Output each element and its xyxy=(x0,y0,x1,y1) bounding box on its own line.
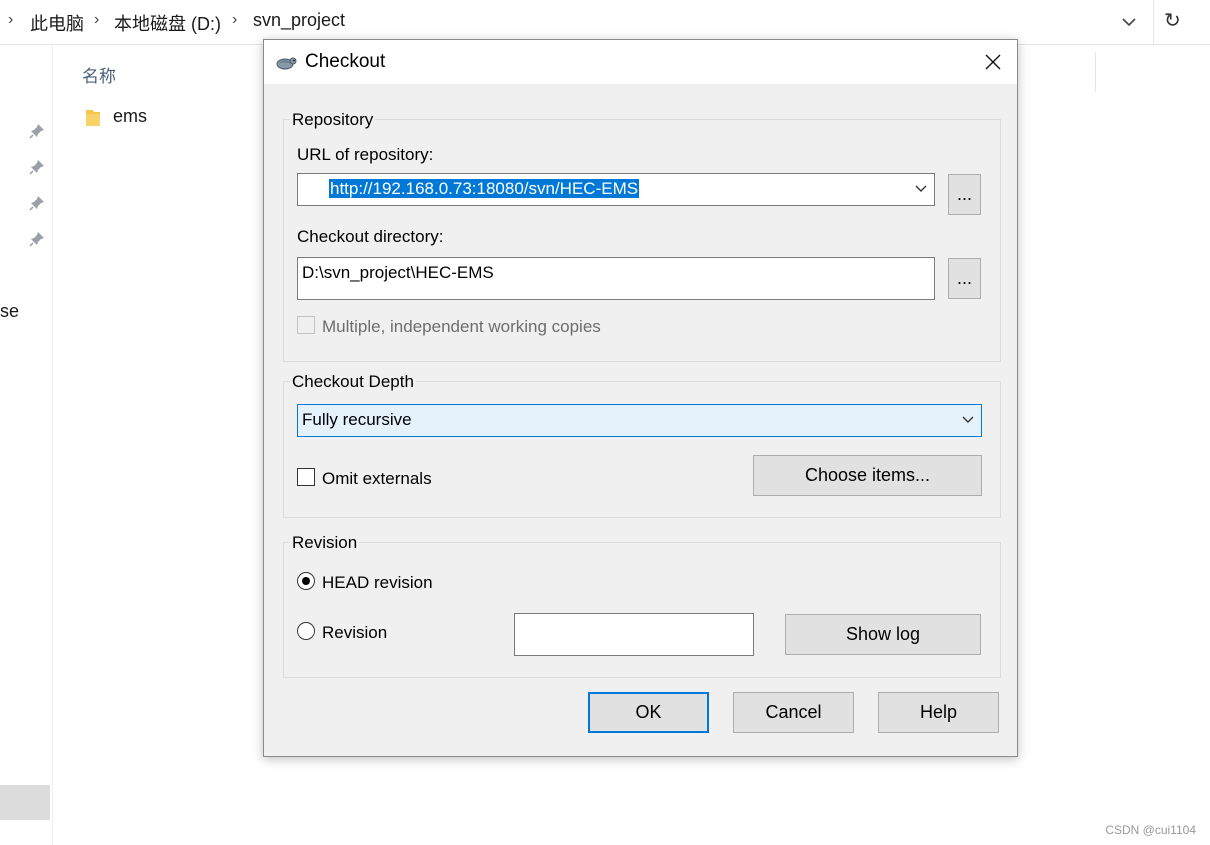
chevron-down-icon[interactable] xyxy=(1118,11,1140,33)
chevron-right-icon: › xyxy=(94,11,100,28)
breadcrumb-this-pc[interactable]: 此电脑 xyxy=(30,10,84,36)
checkout-directory-label: Checkout directory: xyxy=(297,227,444,246)
address-divider xyxy=(1153,0,1154,44)
help-button[interactable]: Help xyxy=(878,692,999,733)
url-value: http://192.168.0.73:18080/svn/HEC-EMS xyxy=(329,179,640,198)
chevron-down-icon[interactable] xyxy=(961,413,975,427)
revision-input[interactable] xyxy=(514,613,754,656)
multiple-working-copies-label: Multiple, independent working copies xyxy=(322,317,601,336)
pin-icon xyxy=(29,124,44,139)
navigation-pane: se xyxy=(0,45,53,845)
file-name: ems xyxy=(113,106,148,126)
breadcrumb-local-disk[interactable]: 本地磁盘 (D:) xyxy=(114,10,221,36)
cancel-button[interactable]: Cancel xyxy=(733,692,854,733)
pin-icon xyxy=(29,196,44,211)
pin-icon xyxy=(29,232,44,247)
checkout-depth-select[interactable]: Fully recursive xyxy=(297,404,982,437)
nav-selected-item[interactable] xyxy=(0,785,50,820)
omit-externals-label: Omit externals xyxy=(322,469,432,488)
revision-radio[interactable] xyxy=(297,622,315,640)
checkout-directory-input[interactable]: D:\svn_project\HEC-EMS xyxy=(297,257,935,300)
revision-label: Revision xyxy=(322,623,388,642)
checkout-depth-value: Fully recursive xyxy=(302,410,412,429)
refresh-icon[interactable]: ↻ xyxy=(1164,8,1181,33)
chevron-right-icon: › xyxy=(8,11,14,28)
column-header-name[interactable]: 名称 xyxy=(82,62,116,87)
revision-group-label: Revision xyxy=(290,533,360,553)
chevron-down-icon[interactable] xyxy=(914,182,928,196)
head-revision-radio[interactable] xyxy=(297,572,315,590)
folder-icon xyxy=(86,110,100,126)
dialog-titlebar[interactable]: Checkout xyxy=(264,40,1017,84)
choose-items-button[interactable]: Choose items... xyxy=(753,455,982,496)
browse-url-button[interactable]: ... xyxy=(948,174,981,215)
close-button[interactable] xyxy=(970,40,1016,84)
checkout-depth-group xyxy=(283,381,1001,518)
multiple-working-copies-checkbox[interactable] xyxy=(297,316,315,334)
column-divider xyxy=(1095,52,1096,92)
url-combobox[interactable]: http://192.168.0.73:18080/svn/HEC-EMS xyxy=(297,173,935,206)
dialog-title: Checkout xyxy=(305,51,386,72)
checkout-depth-group-label: Checkout Depth xyxy=(290,372,416,392)
head-revision-label: HEAD revision xyxy=(322,573,433,592)
repository-group-label: Repository xyxy=(290,110,376,130)
nav-item-partial[interactable]: se xyxy=(0,301,19,322)
chevron-right-icon: › xyxy=(232,11,238,28)
tortoise-svn-icon xyxy=(276,57,297,70)
pin-icon xyxy=(29,160,44,175)
watermark: CSDN @cui1104 xyxy=(1105,823,1196,837)
ok-button[interactable]: OK xyxy=(588,692,709,733)
close-icon xyxy=(985,54,1001,70)
checkout-dialog: Checkout Repository URL of repository: h… xyxy=(263,39,1018,757)
url-label: URL of repository: xyxy=(297,145,434,164)
revision-group xyxy=(283,542,1001,678)
omit-externals-checkbox[interactable] xyxy=(297,468,315,486)
breadcrumb-svn-project[interactable]: svn_project xyxy=(253,10,345,31)
show-log-button[interactable]: Show log xyxy=(785,614,981,655)
browse-directory-button[interactable]: ... xyxy=(948,258,981,299)
